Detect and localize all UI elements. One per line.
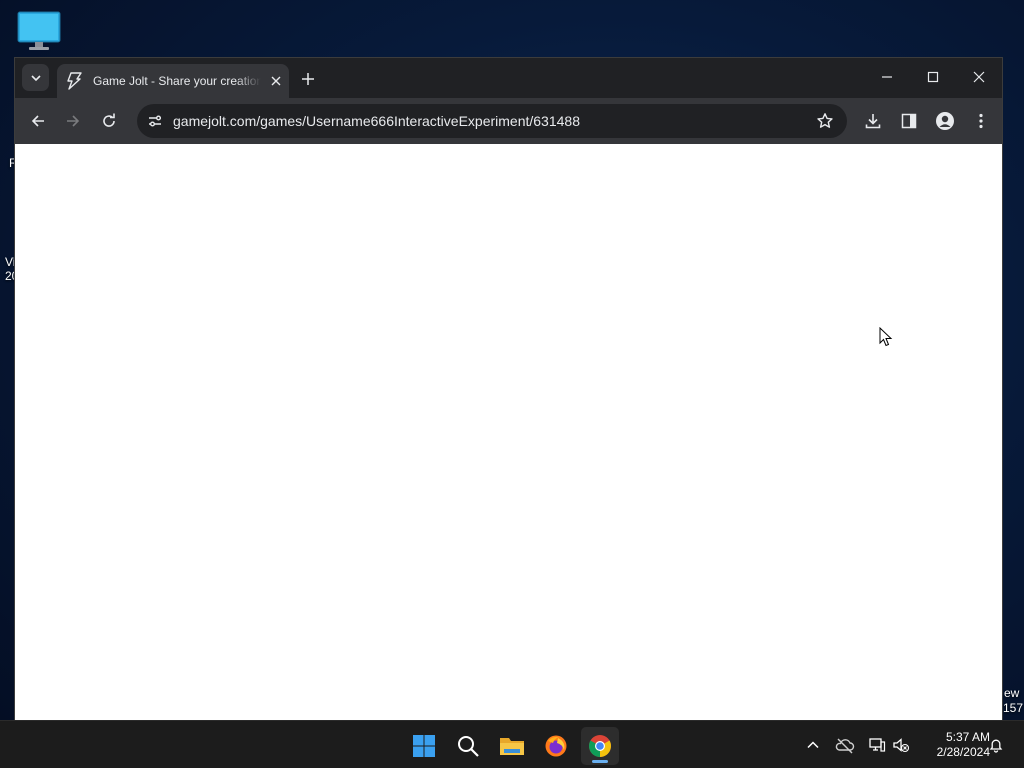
tab-close-button[interactable] xyxy=(267,72,285,90)
start-button[interactable] xyxy=(405,727,443,765)
network-tray-button[interactable] xyxy=(867,735,887,755)
minimize-icon xyxy=(882,76,892,78)
star-icon xyxy=(817,113,833,128)
gamejolt-favicon-icon xyxy=(65,72,83,90)
avatar-icon xyxy=(936,112,954,130)
back-button[interactable] xyxy=(26,109,50,133)
onedrive-tray-button[interactable] xyxy=(835,735,855,755)
arrow-left-icon xyxy=(31,115,44,127)
tab-title: Game Jolt - Share your creations xyxy=(93,74,261,88)
site-info-button[interactable] xyxy=(143,109,167,133)
search-icon xyxy=(458,736,479,757)
desktop-icon-label-fragment: ew xyxy=(1004,686,1020,700)
chrome-icon xyxy=(589,735,611,757)
browser-window: Game Jolt - Share your creations gamejol… xyxy=(14,57,1003,720)
reload-icon xyxy=(103,113,115,127)
more-vert-icon xyxy=(979,113,983,129)
plus-icon xyxy=(302,73,314,85)
show-hidden-icons-button[interactable] xyxy=(803,735,823,755)
network-icon xyxy=(869,738,886,752)
menu-button[interactable] xyxy=(969,109,993,133)
taskbar-clock[interactable]: 5:37 AM 2/28/2024 xyxy=(918,730,990,760)
maximize-button[interactable] xyxy=(910,58,956,96)
bell-icon xyxy=(989,739,1003,753)
mouse-cursor-icon xyxy=(879,327,893,347)
taskbar-search-button[interactable] xyxy=(449,727,487,765)
close-icon xyxy=(271,76,281,86)
clock-time: 5:37 AM xyxy=(945,730,990,744)
new-tab-button[interactable] xyxy=(297,68,319,90)
bookmark-button[interactable] xyxy=(813,109,837,133)
tab-gamejolt[interactable]: Game Jolt - Share your creations xyxy=(57,64,289,98)
folder-icon xyxy=(500,738,524,755)
downloads-button[interactable] xyxy=(861,109,885,133)
window-controls xyxy=(864,58,1002,96)
desktop-monitor-icon[interactable] xyxy=(16,10,62,52)
taskbar-file-explorer[interactable] xyxy=(493,727,531,765)
tune-icon xyxy=(149,115,161,127)
minimize-button[interactable] xyxy=(864,58,910,96)
cloud-offline-icon xyxy=(835,738,855,754)
close-icon xyxy=(973,71,985,83)
volume-muted-icon xyxy=(893,738,910,753)
chevron-up-icon xyxy=(807,741,819,749)
clock-date: 2/28/2024 xyxy=(936,745,990,759)
profile-button[interactable] xyxy=(933,109,957,133)
browser-toolbar: gamejolt.com/games/Username666Interactiv… xyxy=(15,98,1002,144)
windows-logo-icon xyxy=(413,735,435,757)
volume-tray-button[interactable] xyxy=(891,735,911,755)
tab-search-button[interactable] xyxy=(22,64,49,91)
address-bar[interactable]: gamejolt.com/games/Username666Interactiv… xyxy=(137,104,847,138)
taskbar-firefox[interactable] xyxy=(537,727,575,765)
desktop-icon-label-fragment: 157 xyxy=(1003,701,1024,715)
forward-button[interactable] xyxy=(61,109,85,133)
chrome-active-indicator xyxy=(592,760,608,763)
url-text[interactable]: gamejolt.com/games/Username666Interactiv… xyxy=(173,113,580,129)
firefox-icon xyxy=(545,735,567,757)
reload-button[interactable] xyxy=(97,109,121,133)
taskbar: 5:37 AM 2/28/2024 xyxy=(0,720,1024,768)
page-viewport[interactable] xyxy=(15,144,1002,720)
download-icon xyxy=(865,114,881,129)
side-panel-icon xyxy=(901,113,917,129)
arrow-right-icon xyxy=(67,115,80,127)
notifications-button[interactable] xyxy=(986,735,1006,755)
chevron-down-icon xyxy=(30,74,41,81)
close-window-button[interactable] xyxy=(956,58,1002,96)
tab-strip: Game Jolt - Share your creations xyxy=(15,58,1002,98)
side-panel-button[interactable] xyxy=(897,109,921,133)
maximize-icon xyxy=(927,71,939,83)
